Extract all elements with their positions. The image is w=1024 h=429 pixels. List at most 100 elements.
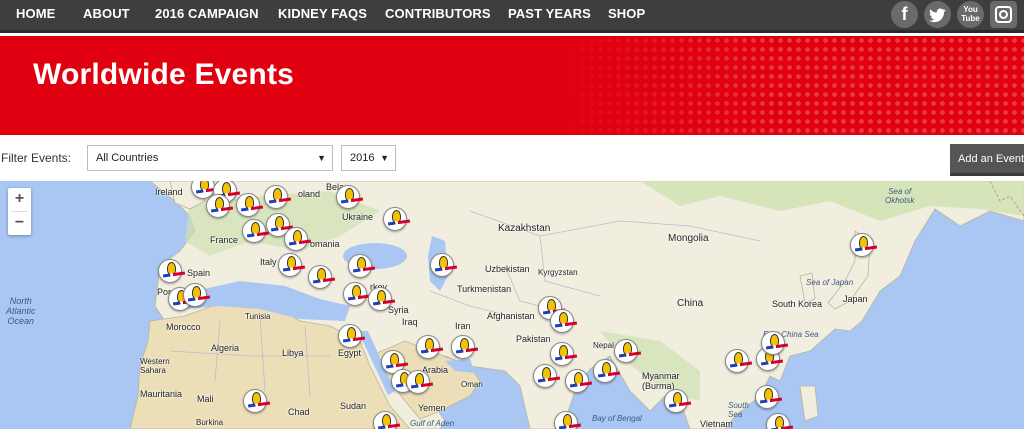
- twitter-icon[interactable]: [924, 1, 951, 28]
- map-label: Uzbekistan: [485, 264, 530, 274]
- map-label: Kyrgyzstan: [538, 268, 578, 277]
- twitter-bird-icon: [929, 8, 946, 23]
- event-marker[interactable]: [338, 324, 362, 348]
- event-marker[interactable]: [593, 359, 617, 383]
- map-label: Algeria: [211, 343, 240, 353]
- map-label: Kazakhstan: [498, 223, 551, 234]
- map-label: Nepal: [593, 341, 614, 350]
- event-marker[interactable]: [236, 193, 260, 217]
- sea-label: Sea of Okhotsk: [885, 187, 915, 205]
- map-label: Pakistan: [516, 334, 551, 344]
- map-label: Japan: [843, 294, 868, 304]
- map-label: Sudan: [340, 401, 367, 411]
- map-label: Chad: [288, 407, 310, 417]
- map-label: Spain: [187, 268, 211, 278]
- event-marker[interactable]: [664, 389, 688, 413]
- map-label: Libya: [282, 348, 304, 358]
- map-label: Morocco: [166, 322, 201, 332]
- event-marker[interactable]: [308, 265, 332, 289]
- nav-kidney-faqs[interactable]: KIDNEY FAQS: [278, 0, 367, 30]
- nav-contributors[interactable]: CONTRIBUTORS: [385, 0, 491, 30]
- nav-past-years[interactable]: PAST YEARS: [508, 0, 591, 30]
- map-label: Burkina: [196, 418, 224, 427]
- sea-label: Sea of Japan: [806, 278, 854, 287]
- youtube-text-bottom: Tube: [961, 14, 980, 23]
- nav-about[interactable]: ABOUT: [83, 0, 130, 30]
- year-select-value: 2016: [350, 152, 375, 164]
- country-select-value: All Countries: [96, 152, 159, 164]
- map-label: Yemen: [418, 403, 446, 413]
- map-label: Mongolia: [668, 233, 709, 244]
- map-label: Tunisia: [245, 312, 271, 321]
- facebook-glyph: f: [901, 4, 908, 24]
- event-marker[interactable]: [336, 185, 360, 209]
- map-label: Turkmenistan: [457, 284, 512, 294]
- event-marker[interactable]: [725, 349, 749, 373]
- event-marker[interactable]: [343, 282, 367, 306]
- chevron-down-icon: ▼: [380, 153, 389, 163]
- event-marker[interactable]: [278, 253, 302, 277]
- youtube-icon[interactable]: You Tube: [957, 1, 984, 28]
- map-label: Myanmar (Burma): [642, 371, 680, 391]
- map-label: omania: [310, 239, 340, 249]
- zoom-out-button[interactable]: −: [8, 212, 31, 235]
- filter-label: Filter Events:: [1, 151, 72, 165]
- events-map[interactable]: + − Ireland oland Bela Ukraine France om…: [0, 181, 1024, 429]
- event-marker[interactable]: [430, 253, 454, 277]
- event-marker[interactable]: [565, 369, 589, 393]
- zoom-in-button[interactable]: +: [8, 188, 31, 211]
- event-marker[interactable]: [416, 335, 440, 359]
- instagram-icon[interactable]: [990, 1, 1017, 28]
- event-marker[interactable]: [284, 227, 308, 251]
- event-marker[interactable]: [761, 331, 785, 355]
- event-marker[interactable]: [264, 185, 288, 209]
- top-navigation: HOME ABOUT 2016 CAMPAIGN KIDNEY FAQS CON…: [0, 0, 1024, 33]
- nav-shop[interactable]: SHOP: [608, 0, 645, 30]
- halftone-pattern: [560, 36, 1024, 135]
- event-marker[interactable]: [242, 219, 266, 243]
- map-label: Ukraine: [342, 212, 374, 222]
- year-select[interactable]: 2016 ▼: [341, 145, 396, 171]
- sea-label: Gulf of Aden: [410, 419, 455, 428]
- event-marker[interactable]: [533, 364, 557, 388]
- map-label: Afghanistan: [487, 311, 535, 321]
- event-marker[interactable]: [451, 335, 475, 359]
- zoom-control: + −: [8, 188, 31, 235]
- event-marker[interactable]: [550, 309, 574, 333]
- map-label: Syria: [388, 305, 409, 315]
- event-marker[interactable]: [183, 283, 207, 307]
- event-marker[interactable]: [368, 287, 392, 311]
- event-marker[interactable]: [243, 389, 267, 413]
- page-title: Worldwide Events: [33, 58, 295, 91]
- nav-home[interactable]: HOME: [16, 0, 55, 30]
- event-marker[interactable]: [406, 370, 430, 394]
- event-marker[interactable]: [755, 385, 779, 409]
- country-select[interactable]: All Countries ▼: [87, 145, 333, 171]
- chevron-down-icon: ▼: [317, 153, 326, 163]
- map-label: South Korea: [772, 299, 823, 309]
- filter-bar: Filter Events: All Countries ▼ 2016 ▼: [0, 135, 1024, 181]
- instagram-camera-icon: [995, 6, 1012, 23]
- event-marker[interactable]: [348, 254, 372, 278]
- event-marker[interactable]: [614, 339, 638, 363]
- event-marker[interactable]: [383, 207, 407, 231]
- nav-2016-campaign[interactable]: 2016 CAMPAIGN: [155, 0, 259, 30]
- map-label: Italy: [260, 257, 277, 267]
- event-marker[interactable]: [158, 259, 182, 283]
- event-marker[interactable]: [554, 411, 578, 429]
- event-marker[interactable]: [850, 233, 874, 257]
- map-label: Iran: [455, 321, 471, 331]
- sea-label: South Sea: [728, 401, 749, 419]
- facebook-icon[interactable]: f: [891, 1, 918, 28]
- map-label: oland: [298, 189, 321, 199]
- event-marker[interactable]: [550, 342, 574, 366]
- map-label: Egypt: [338, 348, 362, 358]
- map-label: Ireland: [155, 187, 183, 197]
- map-label: China: [677, 298, 704, 309]
- event-marker[interactable]: [373, 411, 397, 429]
- youtube-text-top: You: [963, 5, 978, 14]
- event-marker[interactable]: [206, 194, 230, 218]
- map-label: Western Sahara: [140, 357, 170, 375]
- map-label: Mali: [197, 394, 214, 404]
- add-event-button[interactable]: Add an Event: [950, 144, 1024, 176]
